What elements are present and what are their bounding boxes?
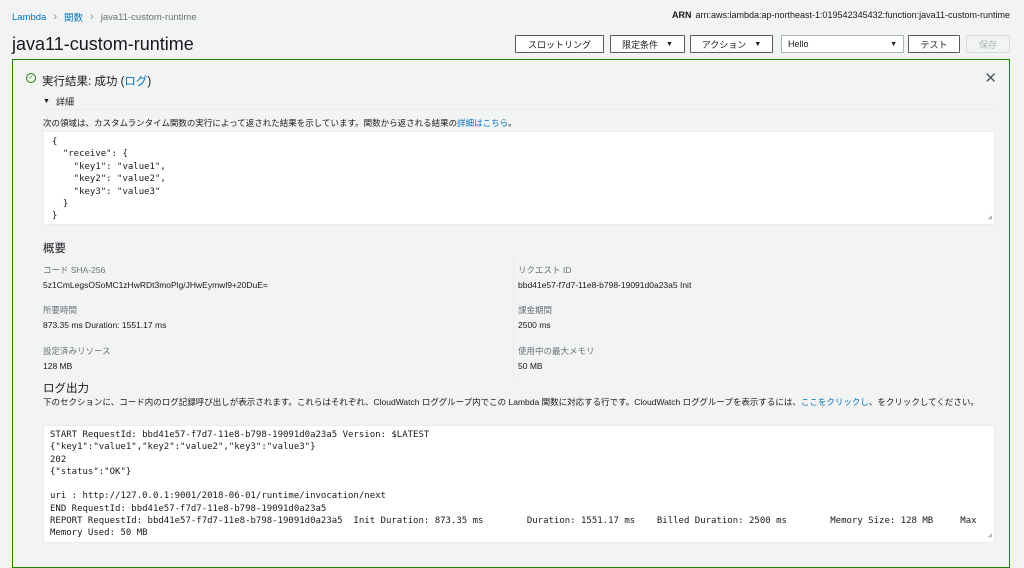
breadcrumb-current: java11-custom-runtime xyxy=(100,11,197,23)
triangle-down-icon: ▼ xyxy=(43,98,50,105)
log-output[interactable]: START RequestId: bbd41e57-f7d7-11e8-b798… xyxy=(43,425,995,543)
log-output-text: START RequestId: bbd41e57-f7d7-11e8-b798… xyxy=(50,430,977,539)
divider xyxy=(43,109,995,110)
max-memory-label: 使用中の最大メモリ xyxy=(518,346,595,356)
caret-down-icon: ▼ xyxy=(890,40,897,48)
code-sha-label: コード SHA-256 xyxy=(43,265,106,275)
test-event-value: Hello xyxy=(788,39,809,49)
resources-label: 設定済みリソース xyxy=(43,346,111,356)
caret-down-icon: ▼ xyxy=(666,40,673,48)
request-id-value: bbd41e57-f7d7-11e8-b798-19091d0a23a5 Ini… xyxy=(518,280,692,290)
throttle-label: スロットリング xyxy=(527,39,591,50)
cloudwatch-link[interactable]: ここをクリックし xyxy=(801,397,869,407)
qualifiers-label: 限定条件 xyxy=(622,39,659,50)
result-title-suffix: ) xyxy=(147,76,152,88)
resize-handle-icon[interactable]: ◢ xyxy=(988,211,992,223)
test-button[interactable]: テスト xyxy=(908,35,960,53)
arn-value: arn:aws:lambda:ap-northeast-1:0195423454… xyxy=(695,10,1010,20)
details-label: 詳細 xyxy=(55,97,74,107)
chevron-right-icon: › xyxy=(90,11,94,23)
billed-label: 課金期間 xyxy=(518,305,553,315)
result-description-end: 。 xyxy=(508,118,517,128)
max-memory-value: 50 MB xyxy=(518,361,543,371)
result-title-prefix: 実行結果: 成功 ( xyxy=(42,76,125,88)
breadcrumb-lambda[interactable]: Lambda xyxy=(12,12,46,23)
chevron-right-icon: › xyxy=(53,11,58,23)
execution-result-panel: ✓ 実行結果: 成功 (ログ) ✕ ▼ 詳細 次の領域は、カスタムランタイム関数の… xyxy=(12,59,1010,568)
result-title: 実行結果: 成功 (ログ) xyxy=(42,73,151,89)
caret-down-icon: ▼ xyxy=(754,40,762,48)
save-label: 保存 xyxy=(978,39,997,50)
details-toggle[interactable]: ▼ 詳細 xyxy=(43,95,74,108)
log-heading: ログ出力 xyxy=(43,383,89,395)
result-output-text: { "receive": { "key1": "value1", "key2":… xyxy=(52,137,166,222)
test-event-select[interactable]: Hello ▼ xyxy=(781,35,904,53)
log-description: 下のセクションに、コード内のログ記録呼び出しが表示されます。これらはそれぞれ、C… xyxy=(43,396,995,408)
save-button[interactable]: 保存 xyxy=(966,35,1010,53)
arn-label: ARN xyxy=(671,10,692,20)
actions-button[interactable]: アクション ▼ xyxy=(690,35,773,53)
qualifiers-button[interactable]: 限定条件 ▼ xyxy=(610,35,685,53)
resources-value: 128 MB xyxy=(43,361,73,371)
log-description-end: 、をクリックしてください。 xyxy=(868,397,979,407)
logs-link[interactable]: ログ xyxy=(124,76,147,88)
test-label: テスト xyxy=(920,39,948,50)
breadcrumb-functions[interactable]: 関数 xyxy=(64,10,83,24)
summary-heading: 概要 xyxy=(43,243,66,255)
throttle-button[interactable]: スロットリング xyxy=(515,35,604,53)
result-description: 次の領域は、カスタムランタイム関数の実行によって返された結果を示しています。関数… xyxy=(43,117,517,129)
details-link[interactable]: 詳細はこちら xyxy=(457,118,508,128)
result-description-text: 次の領域は、カスタムランタイム関数の実行によって返された結果を示しています。関数… xyxy=(43,118,458,128)
summary-column-divider xyxy=(513,257,514,377)
request-id-label: リクエスト ID xyxy=(518,265,572,275)
resize-handle-icon[interactable]: ◢ xyxy=(988,529,992,541)
close-icon[interactable]: ✕ xyxy=(984,69,997,87)
log-description-text: 下のセクションに、コード内のログ記録呼び出しが表示されます。これらはそれぞれ、C… xyxy=(43,397,801,407)
actions-label: アクション xyxy=(701,39,747,50)
result-output[interactable]: { "receive": { "key1": "value1", "key2":… xyxy=(43,131,995,225)
duration-label: 所要時間 xyxy=(43,305,78,315)
arn-display: ARN arn:aws:lambda:ap-northeast-1:0195423… xyxy=(672,10,1010,20)
top-bar: Lambda › 関数 › java11-custom-runtime ARN a… xyxy=(0,0,1024,32)
billed-value: 2500 ms xyxy=(518,320,551,330)
code-sha-value: 5z1CmLegsOSoMC1zHwRDt3moPlg/JHwEymwl9+20… xyxy=(43,280,268,290)
page-title: java11-custom-runtime xyxy=(12,34,194,54)
duration-value: 873.35 ms Duration: 1551.17 ms xyxy=(43,320,167,330)
check-circle-icon: ✓ xyxy=(26,73,36,83)
breadcrumb: Lambda › 関数 › java11-custom-runtime xyxy=(12,10,197,24)
